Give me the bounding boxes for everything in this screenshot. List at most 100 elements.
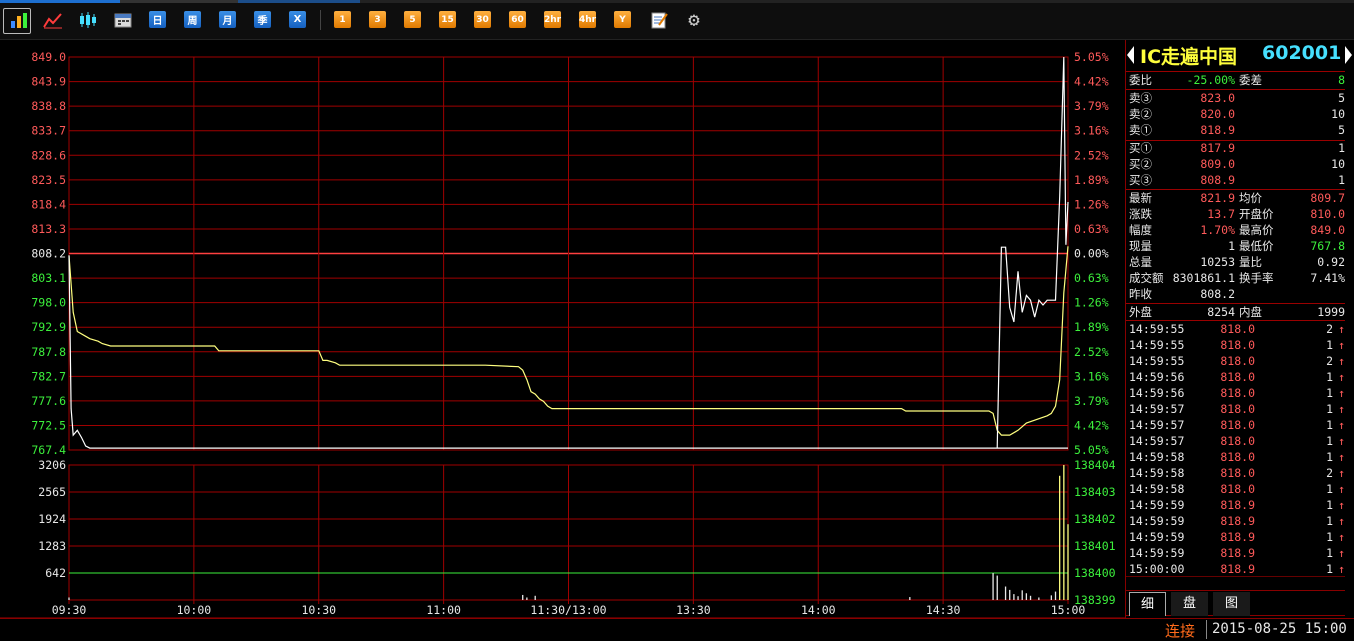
minute-period-4-button[interactable]: 30 <box>474 11 491 28</box>
pct-tick-label: 0.63% <box>1074 222 1109 236</box>
bid-row[interactable]: 买③ 808.9 1 <box>1129 172 1345 188</box>
tick-row[interactable]: 14:59:57 818.0 1 ↑ <box>1129 433 1345 449</box>
tick-row[interactable]: 14:59:55 818.0 2 ↑ <box>1129 321 1345 337</box>
minute-period-2-button[interactable]: 5 <box>404 11 421 28</box>
minute-period-7-button[interactable]: 4hr <box>579 11 596 28</box>
quote-value-2: 849.0 <box>1310 223 1345 237</box>
next-stock-arrow-icon[interactable] <box>1345 46 1352 64</box>
minute-period-6-button[interactable]: 2hr <box>544 11 561 28</box>
ask-row[interactable]: 卖③ 823.0 5 <box>1129 90 1345 106</box>
tick-row[interactable]: 14:59:58 818.0 2 ↑ <box>1129 465 1345 481</box>
tick-row[interactable]: 14:59:56 818.0 1 ↑ <box>1129 369 1345 385</box>
period-3-button[interactable]: 季 <box>254 11 271 28</box>
tab-1[interactable]: 盘 <box>1171 592 1208 616</box>
ask-row[interactable]: 卖② 820.0 10 <box>1129 106 1345 122</box>
tick-volume: 1 <box>1326 482 1333 496</box>
tick-price: 818.9 <box>1220 514 1255 528</box>
quote-label: 成交额 <box>1129 271 1164 285</box>
tick-row[interactable]: 14:59:59 818.9 1 ↑ <box>1129 513 1345 529</box>
tick-row[interactable]: 15:00:00 818.9 1 ↑ <box>1129 561 1345 577</box>
tick-up-arrow-icon: ↑ <box>1338 514 1345 528</box>
quote-row: 幅度 1.70% 最高价 849.0 <box>1129 222 1345 238</box>
pct-tick-label: 2.52% <box>1074 345 1109 359</box>
quote-value: 1.70% <box>1200 223 1235 237</box>
tick-price: 818.0 <box>1220 418 1255 432</box>
quote-value-2: 767.8 <box>1310 239 1345 253</box>
previous-stock-arrow-icon[interactable] <box>1127 46 1134 64</box>
minute-period-5-button[interactable]: 60 <box>509 11 526 28</box>
tick-volume: 1 <box>1326 530 1333 544</box>
minute-period-0-button[interactable]: 1 <box>334 11 351 28</box>
tick-volume: 1 <box>1326 498 1333 512</box>
tick-up-arrow-icon: ↑ <box>1338 498 1345 512</box>
bid-volume: 10 <box>1331 157 1345 171</box>
bid-row[interactable]: 买① 817.9 1 <box>1129 140 1345 156</box>
volume-right-tick-label: 138400 <box>1074 566 1116 580</box>
tick-row[interactable]: 14:59:56 818.0 1 ↑ <box>1129 385 1345 401</box>
quote-label: 幅度 <box>1129 223 1152 237</box>
bid-label: 买③ <box>1129 173 1152 187</box>
ask-price: 820.0 <box>1200 107 1235 121</box>
bid-row[interactable]: 买② 809.0 10 <box>1129 156 1345 172</box>
tick-row[interactable]: 14:59:55 818.0 2 ↑ <box>1129 353 1345 369</box>
price-tick-label: 818.4 <box>31 197 66 211</box>
ask-label: 卖③ <box>1129 91 1152 105</box>
period-1-button[interactable]: 周 <box>184 11 201 28</box>
price-tick-label: 828.6 <box>31 148 66 162</box>
tick-price: 818.9 <box>1220 530 1255 544</box>
tick-row[interactable]: 14:59:59 818.9 1 ↑ <box>1129 545 1345 561</box>
tick-row[interactable]: 14:59:57 818.0 1 ↑ <box>1129 417 1345 433</box>
period-0-button[interactable]: 日 <box>149 11 166 28</box>
inner-value: 1999 <box>1317 305 1345 319</box>
quote-label: 现量 <box>1129 239 1152 253</box>
inner-label: 内盘 <box>1239 305 1262 319</box>
ask-price: 818.9 <box>1200 123 1235 137</box>
pct-tick-label: 0.63% <box>1074 271 1109 285</box>
tick-row[interactable]: 14:59:55 818.0 1 ↑ <box>1129 337 1345 353</box>
tick-volume: 2 <box>1326 354 1333 368</box>
tick-row[interactable]: 14:59:59 818.9 1 ↑ <box>1129 497 1345 513</box>
tick-time: 14:59:56 <box>1129 370 1185 384</box>
line-chart-icon[interactable] <box>42 9 64 31</box>
period-4-button[interactable]: X <box>289 11 306 28</box>
bid-volume: 1 <box>1338 141 1345 155</box>
minute-period-8-button[interactable]: Y <box>614 11 631 28</box>
webi-row: 委比 -25.00% 委差 8 <box>1129 72 1345 88</box>
period-2-button[interactable]: 月 <box>219 11 236 28</box>
tick-row[interactable]: 14:59:59 818.9 1 ↑ <box>1129 529 1345 545</box>
tick-row[interactable]: 14:59:58 818.0 1 ↑ <box>1129 449 1345 465</box>
tick-row[interactable]: 14:59:58 818.0 1 ↑ <box>1129 481 1345 497</box>
tick-price: 818.9 <box>1220 562 1255 576</box>
time-axis-label: 09:30 <box>52 603 87 617</box>
calendar-icon[interactable] <box>112 9 134 31</box>
tick-time: 14:59:59 <box>1129 546 1185 560</box>
time-axis-label: 11:30/13:00 <box>530 603 606 617</box>
tick-time: 14:59:59 <box>1129 514 1185 528</box>
tab-2[interactable]: 图 <box>1213 592 1250 616</box>
tick-up-arrow-icon: ↑ <box>1338 466 1345 480</box>
time-axis-label: 14:30 <box>926 603 961 617</box>
intraday-chart[interactable]: 849.0 5.05% 843.9 4.42% 838.8 3.79% 833.7 3.16%… <box>0 40 1125 618</box>
tick-price: 818.0 <box>1220 386 1255 400</box>
gear-icon[interactable]: ⚙ <box>684 9 704 31</box>
quote-label: 涨跌 <box>1129 207 1152 221</box>
ask-row[interactable]: 卖① 818.9 5 <box>1129 122 1345 138</box>
quote-row: 最新 821.9 均价 809.7 <box>1129 190 1345 206</box>
minute-period-3-button[interactable]: 15 <box>439 11 456 28</box>
time-axis-label: 10:00 <box>177 603 212 617</box>
quote-label-2: 均价 <box>1239 191 1262 205</box>
ask-label: 卖② <box>1129 107 1152 121</box>
tick-row[interactable]: 14:59:57 818.0 1 ↑ <box>1129 401 1345 417</box>
tick-time: 14:59:55 <box>1129 354 1185 368</box>
candlestick-icon[interactable] <box>77 9 99 31</box>
tab-0[interactable]: 细 <box>1129 592 1166 616</box>
price-tick-label: 823.5 <box>31 173 66 187</box>
bar-chart-icon[interactable] <box>8 9 30 31</box>
notepad-icon[interactable] <box>649 9 669 31</box>
quote-value-2: 810.0 <box>1310 207 1345 221</box>
ask-volume: 5 <box>1338 123 1345 137</box>
minute-period-1-button[interactable]: 3 <box>369 11 386 28</box>
tick-volume: 1 <box>1326 450 1333 464</box>
connection-status[interactable]: 连接 <box>1165 620 1195 641</box>
price-tick-label: 813.3 <box>31 222 66 236</box>
